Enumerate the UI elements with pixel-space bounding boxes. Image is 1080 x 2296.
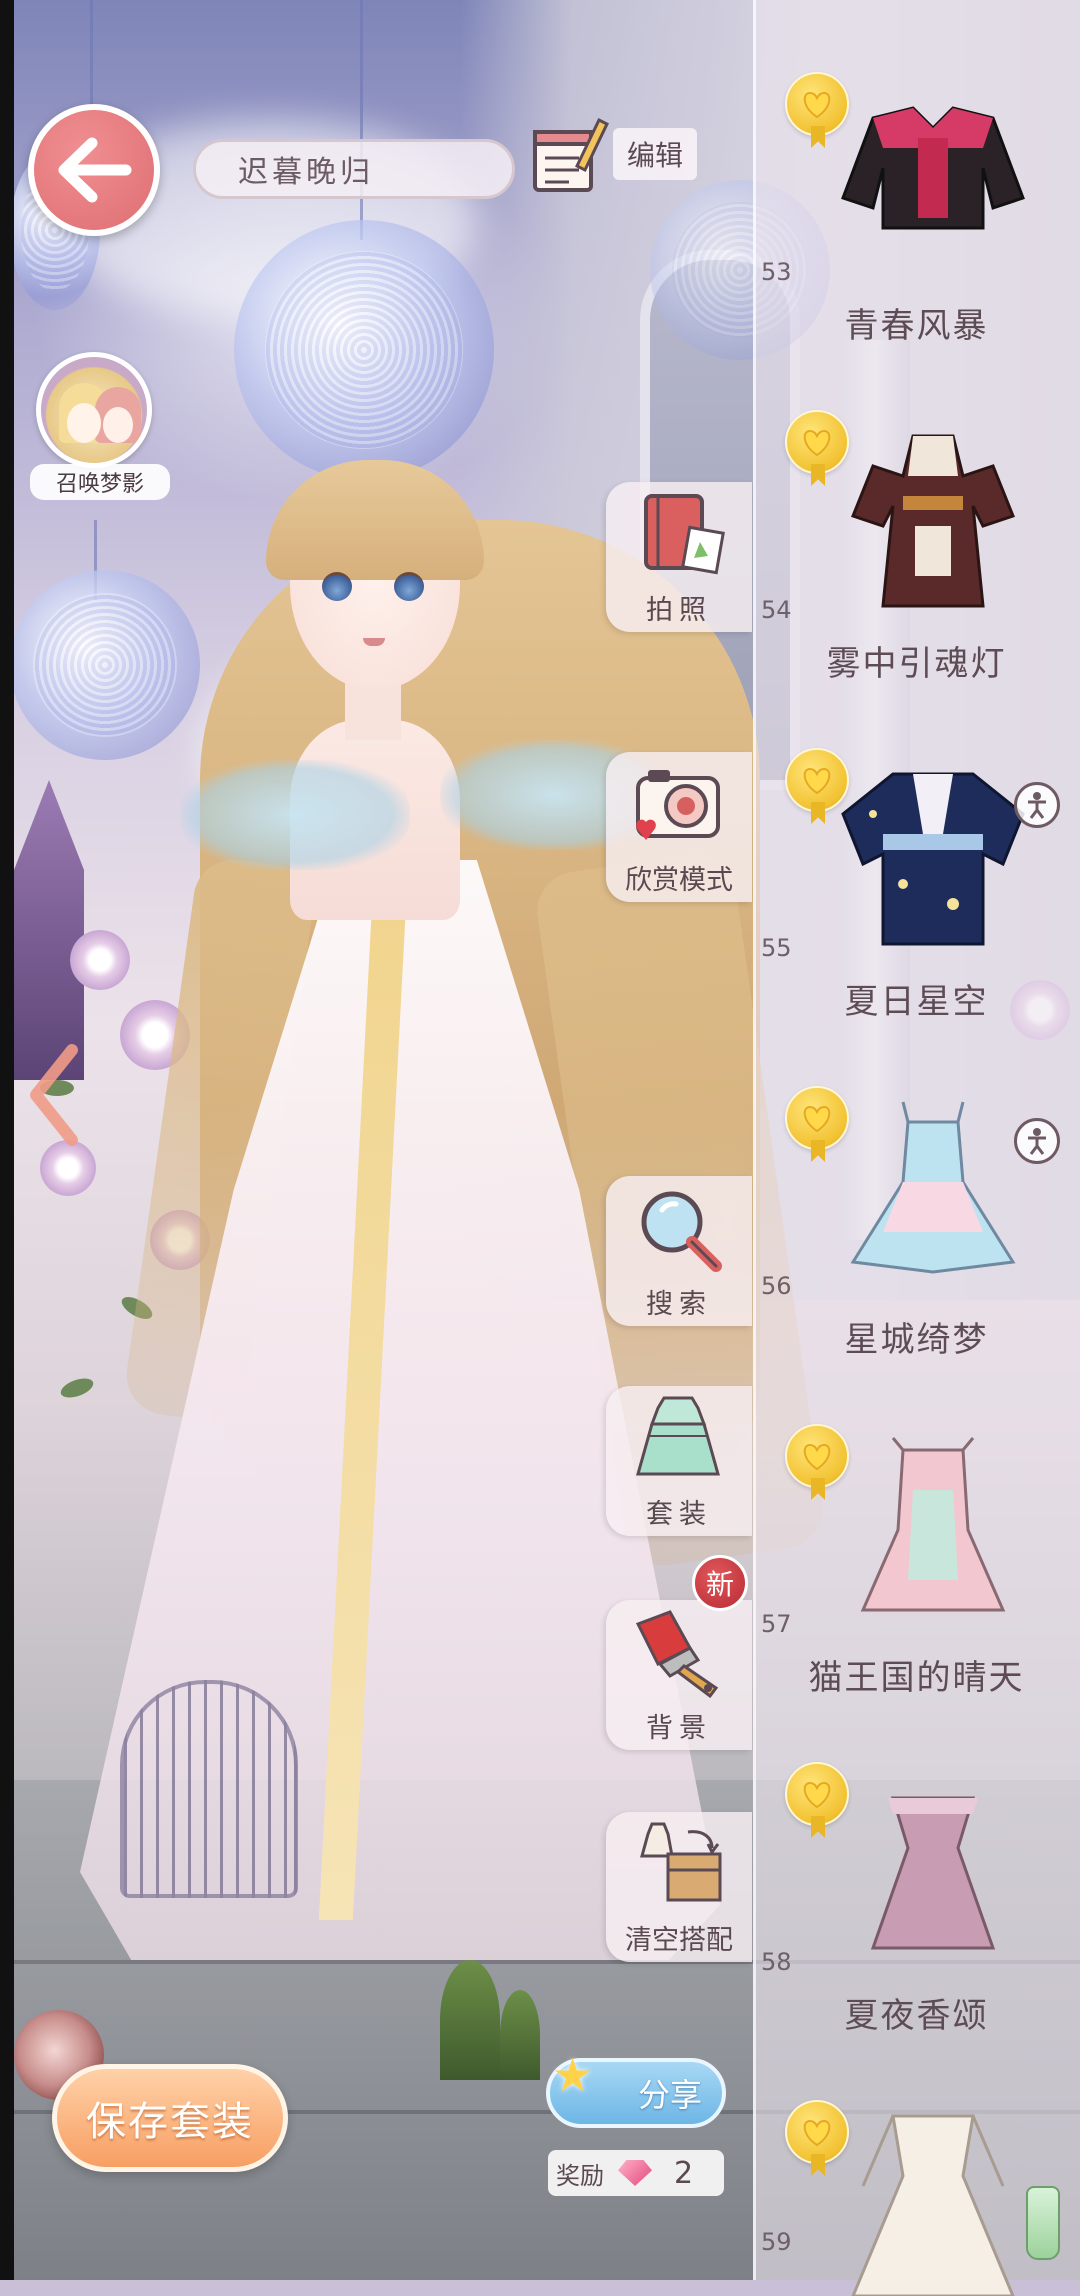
lolita-dress-icon [850,1101,1016,1274]
outfit-item-57[interactable]: 57 猫王国的晴天 [753,1410,1080,1748]
outfit-icon [636,1396,720,1476]
tool-label: 清空搭配 [625,1925,733,1956]
item-name: 夏夜香颂 [844,1996,989,2036]
background-button[interactable]: 背景 [606,1600,752,1750]
item-number: 59 [761,2228,792,2256]
chevron-left-icon [30,1044,78,1146]
edit-label: 编辑 [613,128,698,180]
outfit-name-text: 迟暮晚归 [238,155,374,190]
clear-box-icon [640,1822,722,1902]
reward-label: 奖励 [556,2161,604,2190]
back-button[interactable] [28,104,160,236]
paintbrush-icon [635,1610,719,1698]
item-number: 58 [761,1948,792,1976]
share-label: 分享 [637,2076,702,2114]
item-name: 青春风暴 [844,306,989,346]
fur-shawl [180,760,410,870]
tool-label: 欣赏模式 [625,865,733,896]
summon-dream-shadow-button[interactable]: 召唤梦影 [30,352,170,500]
edit-button[interactable]: 编辑 [525,112,698,196]
outfit-item-58[interactable]: 58 夏夜香颂 [753,1748,1080,2086]
grass [500,1990,540,2080]
reward-count: 2 [674,2155,694,2191]
search-button[interactable]: 搜索 [606,1176,752,1326]
evening-dress-icon [870,1796,996,1950]
item-number: 56 [761,1272,792,1300]
gown-outfit-icon [851,2114,1015,2296]
character-eye [322,572,352,601]
arrow-left-icon [58,137,132,203]
tool-label: 搜索 [646,1289,712,1320]
item-name: 雾中引魂灯 [826,644,1007,684]
kimono-outfit-icon [841,772,1025,946]
pose-icon[interactable] [1014,1118,1060,1164]
prev-arrow-button[interactable] [24,1040,84,1154]
outfit-item-54[interactable]: 54 雾中引魂灯 [753,396,1080,734]
reward-indicator: 奖励 2 [548,2150,724,2196]
outfit-name-field[interactable]: 迟暮晚归 [193,139,515,199]
save-outfit-label: 保存套装 [86,2099,254,2145]
tool-label: 背景 [646,1713,712,1744]
character-eye [394,572,424,601]
birdcage [120,1680,298,1898]
notebook-pencil-icon [533,117,609,192]
outfit-item-53[interactable]: 53 青春风暴 [753,58,1080,396]
save-outfit-button[interactable]: 保存套装 [52,2064,288,2172]
magnifier-icon [641,1191,722,1272]
camera-icon [636,770,720,840]
item-number: 57 [761,1610,792,1638]
photo-album-icon [644,494,725,575]
outfit-set-button[interactable]: 套装 [606,1386,752,1536]
clear-outfit-button[interactable]: 清空搭配 [606,1812,752,1962]
jacket-outfit-icon [841,106,1025,230]
tool-label: 拍照 [646,595,712,626]
item-name: 星城绮梦 [844,1320,989,1360]
appreciate-mode-button[interactable]: 欣赏模式 [606,752,752,902]
star-icon: ★ [552,2048,594,2102]
gem-icon [618,2160,652,2186]
item-number: 53 [761,258,792,286]
photo-button[interactable]: 拍照 [606,482,752,632]
potion-bottle-icon[interactable] [1026,2186,1060,2260]
new-badge: 新 [692,1555,748,1611]
orb-chain [360,0,363,240]
item-name: 猫王国的晴天 [808,1658,1025,1698]
screen-edge [0,0,14,2280]
item-name: 夏日星空 [844,982,989,1022]
pinafore-dress-icon [860,1437,1006,1612]
grass [440,1960,500,2080]
dress-outfit-icon [851,434,1015,608]
pose-icon[interactable] [1014,782,1060,828]
dream-shadow-avatar [36,352,152,468]
tool-label: 套装 [646,1499,712,1530]
flower-orb [234,220,494,480]
item-number: 55 [761,934,792,962]
item-number: 54 [761,596,792,624]
summon-label: 召唤梦影 [30,464,170,500]
